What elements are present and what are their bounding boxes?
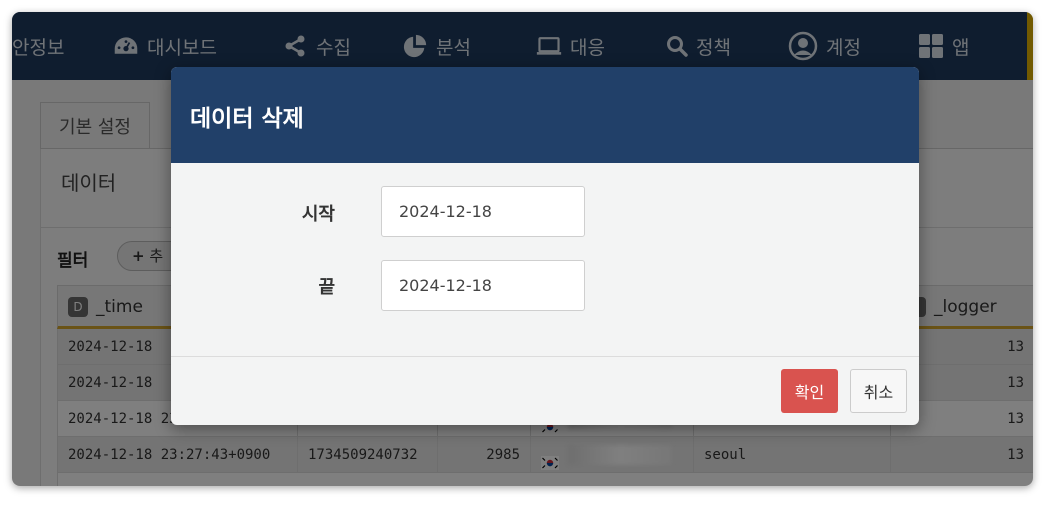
dialog-title: 데이터 삭제 xyxy=(190,106,304,132)
dialog-footer-divider xyxy=(171,356,919,357)
app-window: 안정보 대시보드 수집 분석 대응 xyxy=(12,12,1033,486)
confirm-button[interactable]: 확인 xyxy=(781,369,838,413)
dialog-header: 데이터 삭제 xyxy=(171,67,919,163)
start-date-label: 시작 xyxy=(301,204,335,225)
delete-data-dialog: 데이터 삭제 시작 끝 확인 취소 xyxy=(171,67,919,425)
start-date-input[interactable] xyxy=(381,186,585,237)
end-date-input[interactable] xyxy=(381,260,585,311)
cancel-button[interactable]: 취소 xyxy=(850,369,907,413)
end-date-label: 끝 xyxy=(318,277,335,298)
